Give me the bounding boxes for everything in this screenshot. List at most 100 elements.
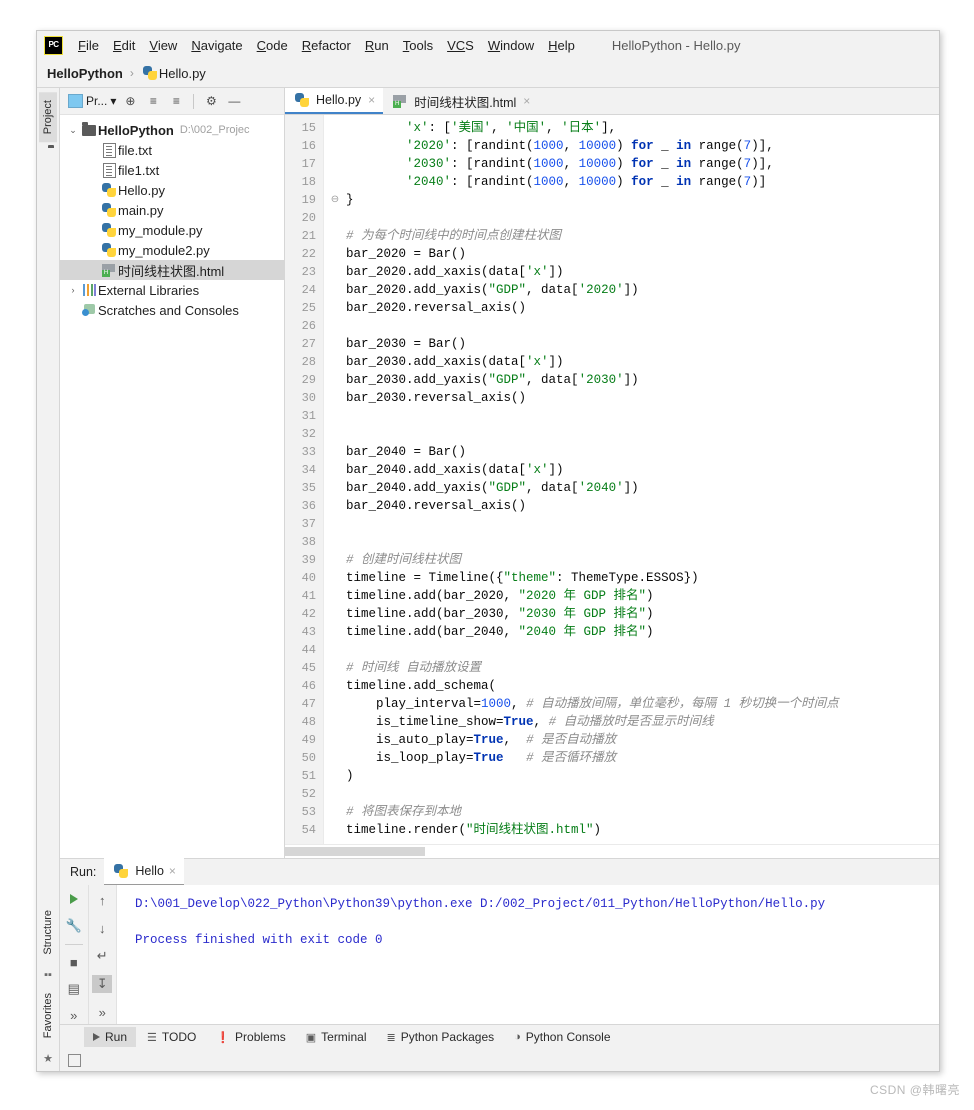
project-toolbar: Pr... ▾ ⊕ ≡ ≡ ⚙ — [60,88,284,115]
more-icon[interactable]: » [92,1003,112,1021]
menu-item-edit[interactable]: Edit [106,35,142,56]
locate-file-icon[interactable]: ⊕ [121,92,139,110]
menu-item-refactor[interactable]: Refactor [295,35,358,56]
menu-mnemonic: V [149,37,158,53]
tool-window-button-label: Terminal [321,1030,367,1044]
editor-tab[interactable]: 时间线柱状图.html × [383,88,539,114]
tool-window-button-python-packages[interactable]: ≣ Python Packages [378,1027,504,1047]
rerun-icon[interactable] [64,891,84,907]
tree-item[interactable]: main.py [60,200,284,220]
tree-item[interactable]: my_module2.py [60,240,284,260]
project-view-selector[interactable]: Pr... ▾ [68,94,116,108]
code-line: # 为每个时间线中的时间点创建柱状图 [346,227,939,245]
tool-window-button-todo[interactable]: ☰ TODO [138,1027,205,1047]
menu-item-navigate[interactable]: Navigate [184,35,249,56]
tree-item-label: file.txt [118,142,152,158]
line-number: 46 [301,679,316,693]
breadcrumb-project[interactable]: HelloPython [47,66,123,81]
code-token: 'x' [406,121,429,135]
close-icon[interactable]: × [169,864,176,878]
arrow-up-icon[interactable]: ↑ [92,891,112,909]
menu-mnemonic: R [301,37,312,53]
scrollbar-thumb[interactable] [285,847,425,856]
code-token: range( [691,157,744,171]
status-bar [60,1049,939,1071]
sidebar-tab-structure[interactable]: Structure [39,902,57,963]
stop-icon[interactable]: ■ [64,955,84,971]
code-fold-blank [324,353,346,371]
layout-icon[interactable]: ▤ [64,981,84,997]
code-fold-blank [324,425,346,443]
scroll-to-end-icon[interactable]: ↧ [92,975,113,993]
code-fold-blank [324,803,346,821]
editor-tab[interactable]: Hello.py × [285,88,384,114]
menu-item-code[interactable]: Code [250,35,295,56]
code-token: # 是否自动播放 [526,733,617,747]
menu-item-help[interactable]: Help [541,35,582,56]
line-number: 32 [301,427,316,441]
tree-item[interactable]: 时间线柱状图.html [60,260,284,280]
soft-wrap-icon[interactable]: ↵ [92,947,112,965]
menu-item-tools[interactable]: Tools [396,35,440,56]
expand-all-icon[interactable]: ≡ [144,92,162,110]
menu-mnemonic: C [256,37,267,53]
close-icon[interactable]: × [523,94,530,108]
tree-item[interactable]: file.txt [60,140,284,160]
code-fold-blank [324,731,346,749]
line-number: 53 [301,805,316,819]
menu-item-vcs[interactable]: VCS [440,35,481,56]
code-token: for [631,175,654,189]
console-output[interactable]: D:\001_Develop\022_Python\Python39\pytho… [117,885,939,1024]
more-icon[interactable]: » [64,1008,84,1024]
tree-item[interactable]: Hello.py [60,180,284,200]
close-icon[interactable]: × [368,93,375,107]
menu-item-file[interactable]: File [71,35,106,56]
hide-panel-icon[interactable]: — [225,92,243,110]
line-number: 43 [301,625,316,639]
arrow-down-icon[interactable]: ↓ [92,919,112,937]
left-tool-strip: Project Structure ▪▪ Favorites ★ [37,88,60,1071]
line-number: 24 [301,283,316,297]
code-fold-blank [324,227,346,245]
tool-window-button-run[interactable]: Run [84,1027,137,1047]
tool-window-button-problems[interactable]: ❗ Problems [207,1027,294,1047]
tree-item[interactable]: ⌄ HelloPython D:\002_Projec [60,120,284,140]
code-token: ], [601,121,617,135]
code-area[interactable]: 15 16 17 18 19 20 21 22 23 24 25 26 27 28 29 30 31 32 33 34… [285,115,939,844]
tree-expand-arrow-icon[interactable]: › [66,285,80,295]
menu-item-window[interactable]: Window [481,35,541,56]
code-fold-toggle-icon[interactable]: ⊖ [324,191,346,209]
menu-item-view[interactable]: View [142,35,184,56]
tree-item[interactable]: › External Libraries [60,280,284,300]
pycharm-window: PC File Edit View Navigate Code Refactor Run To… [36,30,940,1072]
collapse-all-icon[interactable]: ≡ [167,92,185,110]
code-content[interactable]: 'x': ['美国', '中国', '日本'], '2020': [randin… [346,115,939,844]
tree-item[interactable]: Scratches and Consoles [60,300,284,320]
line-number: 16 [301,139,316,153]
status-indicator-icon[interactable] [68,1053,81,1067]
sidebar-tab-project[interactable]: Project [39,92,57,143]
line-number: 44 [301,643,316,657]
tree-item-label: External Libraries [98,282,200,298]
tool-window-button-terminal[interactable]: ▣ Terminal [297,1027,376,1047]
run-tab-hello[interactable]: Hello × [104,858,184,886]
tree-item[interactable]: file1.txt [60,160,284,180]
editor-horizontal-scrollbar[interactable] [285,844,939,858]
breadcrumb-file[interactable]: Hello.py [159,66,206,81]
code-token: # 自动播放间隔，单位毫秒，每隔 1 秒切换一个时间点 [526,697,839,711]
tool-window-button-python-console[interactable]: ◑ Python Console [505,1027,619,1047]
code-fold-blank [324,533,346,551]
code-fold-column[interactable]: ⊖ [324,115,346,844]
menu-item-run[interactable]: Run [358,35,396,56]
sidebar-tab-favorites[interactable]: Favorites [39,985,57,1046]
code-fold-blank [324,587,346,605]
gear-icon[interactable]: ⚙ [202,92,220,110]
run-panel: Run: Hello × 🔧 ■ ▤ » ↑ ↓ ↵ ↧ » D:\001_De… [60,858,939,1024]
tree-expand-arrow-icon[interactable]: ⌄ [66,125,80,136]
structure-icon[interactable]: ▪▪ [44,969,52,981]
code-line: bar_2030.add_xaxis(data['x']) [346,353,939,371]
wrench-icon[interactable]: 🔧 [64,917,84,933]
tree-item[interactable]: my_module.py [60,220,284,240]
star-icon[interactable]: ★ [43,1052,53,1065]
code-token: ) [616,157,632,171]
